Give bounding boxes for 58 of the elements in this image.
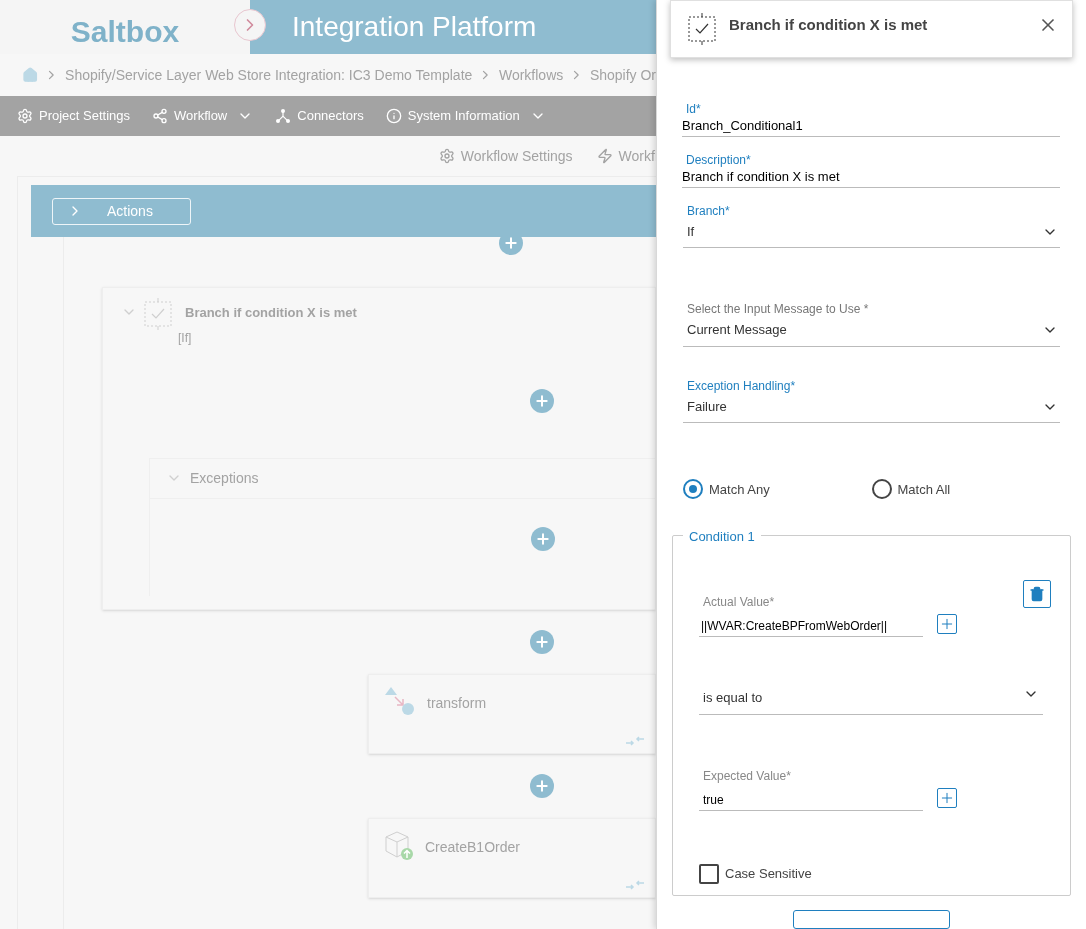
radio-option[interactable]: Match All (871, 479, 1060, 500)
add-step-button[interactable] (530, 630, 554, 654)
toolbar-menu[interactable]: Connectors (275, 106, 364, 126)
sidebar-toggle-button[interactable] (234, 9, 266, 41)
plus-icon (503, 237, 519, 251)
collapse-arrows-icon[interactable] (625, 735, 645, 747)
plus-icon (534, 634, 550, 650)
step-title: Branch if condition X is met (185, 304, 357, 322)
plus-icon (535, 530, 551, 547)
insert-variable-button[interactable] (937, 787, 957, 808)
breadcrumb-link[interactable]: Shopify/Service Layer Web Store Integration: IC3 Demo Template (65, 64, 473, 86)
select-field[interactable]: is equal to (699, 688, 1043, 715)
text-field[interactable]: Id* Branch_Conditional1 (682, 101, 1060, 137)
text-field[interactable]: Description* Branch if condition X is met (682, 152, 1060, 188)
section-title: Exceptions (190, 468, 259, 488)
logo: Saltbox (70, 13, 180, 50)
select-field[interactable]: Select the Input Message to Use * Current Message (683, 302, 1060, 347)
add-step-button[interactable] (531, 526, 555, 551)
text-field[interactable]: Actual Value* ||WVAR:CreateBPFromWebOrder|| (699, 593, 923, 638)
info-icon (385, 108, 402, 124)
actions-button[interactable]: Actions (52, 197, 191, 225)
step-name: CreateB1Order (425, 838, 520, 857)
toolbar-menu[interactable]: System Information (385, 106, 546, 126)
cube-upload-icon (383, 829, 415, 861)
add-step-button[interactable] (530, 774, 554, 798)
step-name: transform (427, 694, 487, 713)
branch-check-icon (687, 12, 717, 45)
breadcrumb-link[interactable]: Workflows (498, 64, 564, 86)
branch-tag: [If] (178, 328, 357, 347)
checkbox-option[interactable]: Case Sensitive (699, 863, 1044, 884)
node-fork-icon (275, 108, 292, 124)
collapse-arrows-icon[interactable] (625, 879, 645, 891)
plus-icon (534, 392, 550, 409)
toolbar-menu[interactable]: Project Settings (17, 106, 131, 126)
panel-title: Branch if condition X is met (729, 14, 929, 35)
plus-icon (534, 778, 550, 794)
step-card[interactable]: CreateB1Order (368, 818, 656, 898)
toolbar-menu[interactable]: Workflow (152, 106, 254, 126)
add-step-button[interactable] (530, 388, 554, 413)
lightning-icon (596, 148, 613, 164)
text-field[interactable]: Expected Value* true (699, 766, 923, 811)
delete-button[interactable] (1023, 580, 1051, 609)
trash-icon (1029, 586, 1045, 603)
select-field[interactable]: Exception Handling* Failure (683, 378, 1060, 424)
radio-option[interactable]: Match Any (683, 479, 872, 500)
settings-icon (17, 108, 33, 124)
home-icon[interactable] (22, 66, 39, 84)
breadcrumb-link[interactable]: Shopify Or (589, 64, 656, 86)
workflow-toolbar-button[interactable]: Workflow Settings (438, 145, 573, 167)
select-field[interactable]: Branch* If (683, 203, 1060, 249)
app-title: Integration Platform (292, 10, 537, 44)
step-card[interactable]: transform (368, 674, 656, 754)
settings-icon (438, 148, 455, 164)
share-icon (152, 108, 169, 124)
add-step-button[interactable] (499, 237, 523, 255)
add-condition-button[interactable] (793, 909, 950, 929)
branch-check-icon (143, 298, 173, 330)
insert-variable-button[interactable] (937, 614, 957, 635)
